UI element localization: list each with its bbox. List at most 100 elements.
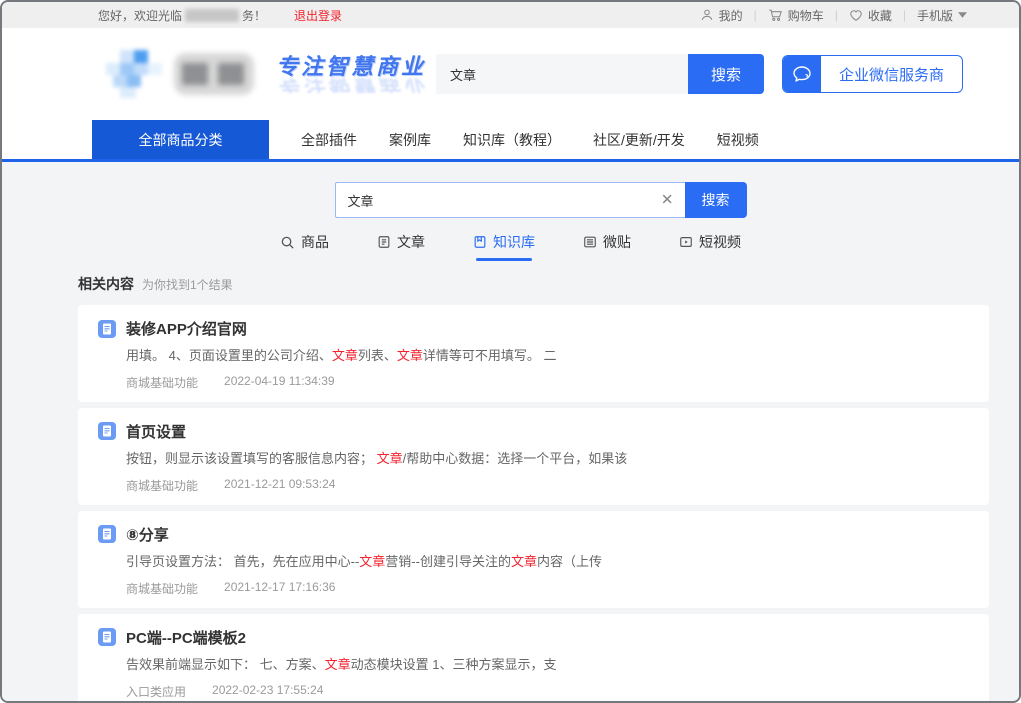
search-section: ✕ 搜索 (32, 162, 1019, 218)
search-input[interactable] (336, 183, 685, 217)
blurred-username (185, 9, 239, 22)
wechat-service-button[interactable]: 企业微信服务商 (782, 55, 963, 93)
document-icon (98, 422, 116, 440)
result-time: 2022-04-19 11:34:39 (224, 374, 335, 391)
browser-page: 您好，欢迎光临 务！ 退出登录 我的 | 购物车 | 收藏 | 手机版 专注智慧商业 专注智慧… (0, 0, 1021, 703)
result-meta: 入口类应用2022-02-23 17:55:24 (126, 683, 969, 700)
result-title[interactable]: 首页设置 (126, 421, 186, 442)
snippet-keyword-highlight: 文章 (359, 554, 385, 569)
wechat-service-label: 企业微信服务商 (821, 64, 962, 85)
caret-down-icon (958, 12, 967, 18)
result-type-tabs: 商品 文章 知识库 微贴 短视频 (2, 232, 1019, 261)
result-category: 商城基础功能 (126, 374, 198, 391)
clear-search-icon[interactable]: ✕ (661, 193, 674, 208)
result-title[interactable]: ⑧分享 (126, 524, 169, 545)
nav-item[interactable]: 短视频 (717, 130, 759, 150)
greeting-suffix: 务！ (242, 7, 266, 24)
tab-label: 文章 (397, 232, 425, 252)
document-icon (98, 525, 116, 543)
results-count: 为你找到1个结果 (142, 276, 233, 293)
results-title: 相关内容 (78, 274, 134, 294)
topbar-link-手机版[interactable]: 手机版 (917, 7, 967, 24)
logo-slogan: 专注智慧商业 专注智慧商业 (276, 56, 426, 93)
content-area: ✕ 搜索 商品文章知识库微贴短视频 相关内容 为你找到1个结果 装修APP介绍官… (2, 162, 1019, 701)
site-logo[interactable]: 专注智慧商业 专注智慧商业 (106, 48, 426, 100)
topbar-link-label: 购物车 (788, 7, 824, 24)
nav-item[interactable]: 全部插件 (301, 130, 357, 150)
result-title-row: ⑧分享 (98, 524, 969, 545)
search-button[interactable]: 搜索 (685, 182, 747, 218)
result-list: 装修APP介绍官网用填。 4、页面设置里的公司介绍、文章列表、文章详情等可不用填… (78, 305, 989, 701)
tab-label: 知识库 (493, 232, 535, 252)
result-title-row: PC端--PC端模板2 (98, 627, 969, 648)
tab-知识库[interactable]: 知识库 (473, 232, 535, 261)
topbar-link-收藏[interactable]: 收藏 (849, 7, 892, 24)
main-nav: 全部商品分类 全部插件 案例库 知识库（教程） 社区/更新/开发 短视频 (2, 120, 1019, 162)
topbar-link-label: 我的 (719, 7, 743, 24)
topbar-greeting: 您好，欢迎光临 务！ 退出登录 (98, 7, 342, 24)
snippet-text: 用填。 4、页面设置里的公司介绍、 (126, 348, 332, 363)
divider: | (903, 8, 906, 22)
heart-icon (849, 9, 863, 22)
tab-短视频[interactable]: 短视频 (679, 232, 741, 261)
nav-links: 全部插件 案例库 知识库（教程） 社区/更新/开发 短视频 (301, 120, 759, 159)
tab-label: 微贴 (603, 232, 631, 252)
result-time: 2021-12-17 17:16:36 (224, 580, 335, 597)
result-snippet: 引导页设置方法： 首先，先在应用中心--文章营销--创建引导关注的文章内容（上传 (126, 554, 969, 571)
snippet-text: 详情等可不用填写。 二 (423, 348, 557, 363)
tab-label: 短视频 (699, 232, 741, 252)
tab-文章[interactable]: 文章 (377, 232, 425, 261)
result-title[interactable]: 装修APP介绍官网 (126, 318, 247, 339)
logout-link[interactable]: 退出登录 (294, 7, 342, 24)
tab-商品[interactable]: 商品 (280, 232, 329, 261)
post-icon (583, 235, 597, 249)
result-category: 商城基础功能 (126, 580, 198, 597)
document-icon (98, 320, 116, 338)
snippet-text: 营销--创建引导关注的 (385, 554, 511, 569)
result-card[interactable]: ⑧分享引导页设置方法： 首先，先在应用中心--文章营销--创建引导关注的文章内容… (78, 511, 989, 608)
tab-微贴[interactable]: 微贴 (583, 232, 631, 261)
logo-mark-icon (106, 48, 162, 100)
result-card[interactable]: PC端--PC端模板2 告效果前端显示如下： 七、方案、文章动态模块设置 1、三种… (78, 614, 989, 701)
result-category: 入口类应用 (126, 683, 186, 700)
result-title-row: 首页设置 (98, 421, 969, 442)
result-title[interactable]: PC端--PC端模板2 (126, 627, 246, 648)
video-icon (679, 235, 693, 249)
article-icon (377, 235, 391, 249)
divider: | (835, 8, 838, 22)
snippet-keyword-highlight: 文章 (377, 451, 403, 466)
nav-item[interactable]: 知识库（教程） (463, 130, 561, 150)
document-icon (98, 628, 116, 646)
result-time: 2021-12-21 09:53:24 (224, 477, 335, 494)
snippet-keyword-highlight: 文章 (332, 348, 358, 363)
result-card[interactable]: 首页设置按钮，则显示该设置填写的客服信息内容； 文章/帮助中心数据：选择一个平台… (78, 408, 989, 505)
topbar-links: 我的 | 购物车 | 收藏 | 手机版 (700, 7, 967, 24)
divider: | (754, 8, 757, 22)
knowledge-icon (473, 235, 487, 249)
result-meta: 商城基础功能 2021-12-21 09:53:24 (126, 477, 969, 494)
nav-item[interactable]: 案例库 (389, 130, 431, 150)
snippet-text: 引导页设置方法： 首先，先在应用中心-- (126, 554, 359, 569)
header-search-button[interactable]: 搜索 (688, 54, 764, 94)
result-meta: 商城基础功能 2022-04-19 11:34:39 (126, 374, 969, 391)
result-title-row: 装修APP介绍官网 (98, 318, 969, 339)
snippet-text: 告效果前端显示如下： 七、方案、 (126, 657, 325, 672)
result-category: 商城基础功能 (126, 477, 198, 494)
topbar-link-购物车[interactable]: 购物车 (768, 7, 824, 24)
snippet-keyword-highlight: 文章 (397, 348, 423, 363)
slogan-text: 专注智慧商业 (276, 54, 426, 79)
nav-item[interactable]: 社区/更新/开发 (593, 130, 685, 150)
all-categories-button[interactable]: 全部商品分类 (92, 120, 269, 159)
greeting-prefix: 您好，欢迎光临 (98, 7, 182, 24)
snippet-text: 按钮，则显示该设置填写的客服信息内容； (126, 451, 377, 466)
snippet-keyword-highlight: 文章 (511, 554, 537, 569)
topbar: 您好，欢迎光临 务！ 退出登录 我的 | 购物车 | 收藏 | 手机版 (2, 2, 1019, 28)
result-snippet: 告效果前端显示如下： 七、方案、文章动态模块设置 1、三种方案显示，支 (126, 657, 969, 674)
wechat-work-icon (783, 55, 821, 93)
snippet-text: 列表、 (358, 348, 397, 363)
header-search-input[interactable] (436, 54, 688, 94)
topbar-link-我的[interactable]: 我的 (700, 7, 743, 24)
cart-icon (768, 8, 783, 22)
result-meta: 商城基础功能 2021-12-17 17:16:36 (126, 580, 969, 597)
result-card[interactable]: 装修APP介绍官网用填。 4、页面设置里的公司介绍、文章列表、文章详情等可不用填… (78, 305, 989, 402)
